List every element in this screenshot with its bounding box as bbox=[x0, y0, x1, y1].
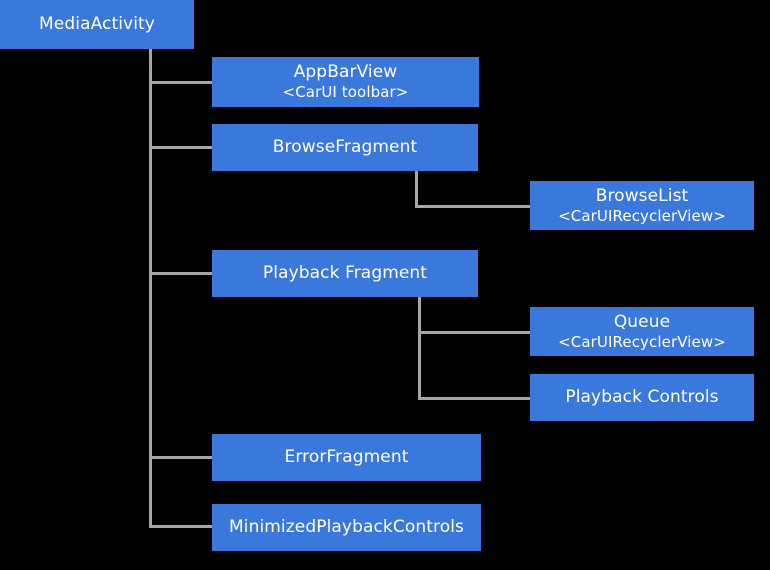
node-app-bar-view: AppBarView <CarUI toolbar> bbox=[212, 57, 479, 107]
node-subtitle-queue: <CarUIRecyclerView> bbox=[558, 332, 726, 351]
node-title-browse-list: BrowseList bbox=[595, 185, 689, 206]
diagram-canvas: MediaActivity AppBarView <CarUI toolbar> Br… bbox=[0, 0, 770, 570]
node-media-activity: MediaActivity bbox=[0, 0, 194, 49]
node-playback-controls: Playback Controls bbox=[530, 374, 754, 421]
connector-branch-app-bar-view bbox=[149, 81, 212, 84]
connector-branch-playback-controls bbox=[418, 397, 530, 400]
node-subtitle-browse-list: <CarUIRecyclerView> bbox=[558, 206, 726, 225]
node-browse-list: BrowseList <CarUIRecyclerView> bbox=[530, 181, 754, 230]
connector-branch-queue bbox=[418, 331, 530, 334]
node-queue: Queue <CarUIRecyclerView> bbox=[530, 307, 754, 356]
node-title-app-bar-view: AppBarView bbox=[293, 62, 398, 83]
connector-branch-playback-fragment bbox=[149, 272, 212, 275]
node-title-error-fragment: ErrorFragment bbox=[284, 447, 409, 468]
connector-trunk-browse-fragment bbox=[415, 171, 418, 208]
node-subtitle-app-bar-view: <CarUI toolbar> bbox=[282, 83, 409, 102]
node-title-media-activity: MediaActivity bbox=[39, 14, 155, 35]
node-playback-fragment: Playback Fragment bbox=[212, 250, 478, 297]
connector-branch-browse-fragment bbox=[149, 146, 212, 149]
connector-branch-error-fragment bbox=[149, 456, 212, 459]
node-browse-fragment: BrowseFragment bbox=[212, 124, 478, 171]
connector-branch-minimized-playback-controls bbox=[149, 525, 212, 528]
node-title-playback-fragment: Playback Fragment bbox=[262, 263, 428, 284]
node-title-browse-fragment: BrowseFragment bbox=[272, 137, 418, 158]
node-error-fragment: ErrorFragment bbox=[212, 434, 481, 481]
node-title-playback-controls: Playback Controls bbox=[565, 387, 719, 408]
node-title-queue: Queue bbox=[613, 311, 671, 332]
connector-trunk-playback-fragment bbox=[418, 297, 421, 400]
node-title-minimized-playback-controls: MinimizedPlaybackControls bbox=[228, 517, 464, 538]
connector-branch-browse-list bbox=[415, 205, 530, 208]
node-minimized-playback-controls: MinimizedPlaybackControls bbox=[212, 504, 481, 551]
